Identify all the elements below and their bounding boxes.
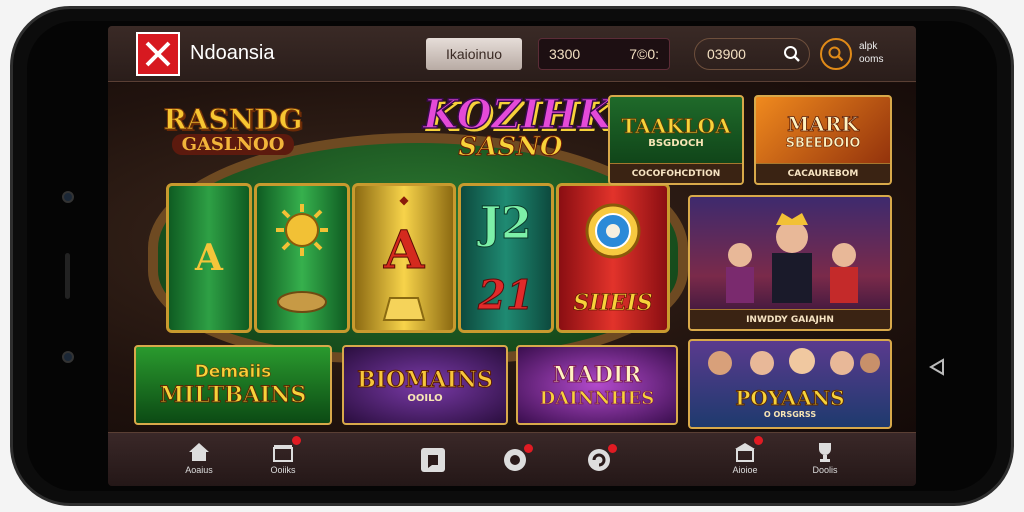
- nav-refresh[interactable]: [574, 439, 624, 483]
- slot-reels[interactable]: A ◆ A J2 21 SIIEIS: [166, 183, 670, 333]
- performers-icon: [726, 213, 858, 303]
- app-screen: Ndoansia Ikaioinuo 3300 7©0: 03900 alpk …: [108, 26, 916, 486]
- reel-4: J2 21: [458, 183, 554, 333]
- sun-icon: [276, 203, 328, 256]
- game-tile-mark[interactable]: MARK SBEEDOIO CACAUREBOM: [754, 95, 892, 185]
- game-tile-live-show[interactable]: INWDDY GAIAJHN: [688, 195, 892, 331]
- store-icon: [735, 443, 755, 462]
- balance-right: 7©0:: [629, 46, 659, 62]
- reel-2: [254, 183, 350, 333]
- reel-3-top-icon: ◆: [399, 192, 409, 207]
- casino-logo-center[interactable]: KOZIHK SASNO: [422, 90, 613, 181]
- tile-title: TAAKLOA: [621, 113, 731, 138]
- game-tile-miltbains[interactable]: Demaiis MILTBAINS: [134, 345, 332, 425]
- game-tile-poyaans[interactable]: POYAANS O ORSGRSS: [688, 339, 892, 429]
- search-icon[interactable]: [783, 45, 801, 63]
- trophy-icon: [819, 443, 831, 462]
- nav-label: Aioioe: [732, 465, 758, 475]
- logo-center-title: KOZIHK: [422, 90, 613, 139]
- notification-badge: [608, 444, 617, 453]
- nav-home[interactable]: Aoaius: [174, 439, 224, 483]
- chat-icon: [421, 448, 445, 472]
- logo-left-subtitle: GASLNOO: [171, 134, 295, 155]
- close-x-icon: [145, 41, 171, 67]
- tile-caption: COCOFOHCDTION: [610, 163, 742, 183]
- search-value: 03900: [707, 46, 746, 62]
- nav-label: Aoaius: [185, 465, 213, 475]
- home-icon: [189, 443, 209, 461]
- tile-title: MADIR: [552, 361, 642, 388]
- brand-logo[interactable]: [136, 32, 180, 76]
- camera-icon: [62, 191, 74, 203]
- tile-title: Demaiis: [194, 362, 272, 383]
- reel-3: ◆ A: [352, 183, 456, 333]
- reel-1: A: [166, 183, 252, 333]
- primary-button[interactable]: Ikaioinuo: [426, 38, 522, 70]
- gift-icon: [273, 445, 293, 462]
- logo-left-title: RASNDG: [163, 103, 303, 137]
- bottom-nav: Aoaius Ooiiks Aioioe Doolis: [108, 432, 916, 486]
- nav-trophy[interactable]: Doolis: [800, 439, 850, 483]
- top-bar: Ndoansia Ikaioinuo 3300 7©0: 03900 alpk …: [108, 26, 916, 82]
- casino-logo-left[interactable]: RASNDG GASLNOO: [158, 103, 308, 161]
- notification-badge: [754, 436, 763, 445]
- tile-caption: CACAUREBOM: [756, 163, 890, 183]
- gold-bar-icon: [382, 296, 426, 321]
- back-triangle-icon[interactable]: [927, 357, 947, 377]
- reel-5-symbol: SIIEIS: [573, 289, 653, 316]
- nav-settings[interactable]: [490, 439, 540, 483]
- nav-gifts[interactable]: Ooiiks: [258, 436, 308, 483]
- tile-title: POYAANS: [735, 386, 845, 411]
- notification-badge: [292, 436, 301, 445]
- tile-title: MARK: [787, 111, 859, 136]
- nav-label: Doolis: [812, 465, 838, 475]
- search-field[interactable]: 03900: [694, 38, 810, 70]
- user-line-1: alpk: [859, 41, 878, 52]
- user-search-button[interactable]: [820, 38, 852, 70]
- game-tile-biomains[interactable]: BIOMAINS OOILO: [342, 345, 508, 425]
- reel-3-symbol: A: [383, 219, 425, 281]
- tile-subtitle: SBEEDOIO: [785, 135, 861, 151]
- balance-display: 3300 7©0:: [538, 38, 670, 70]
- tile-subtitle: O ORSGRSS: [763, 410, 817, 419]
- user-info: alpk ooms: [859, 40, 883, 66]
- nav-chat[interactable]: [408, 439, 458, 483]
- tile-subtitle: BSGDOCH: [648, 137, 704, 149]
- nav-label: Ooiiks: [270, 465, 296, 475]
- nav-store[interactable]: Aioioe: [720, 436, 770, 483]
- magnifier-icon: [828, 46, 844, 62]
- coin-icon: [277, 290, 327, 313]
- speaker-slot: [65, 253, 70, 299]
- tile-title: BIOMAINS: [357, 366, 494, 393]
- tile-subtitle: OOILO: [407, 392, 443, 404]
- tile-subtitle: DAINNHES: [539, 387, 655, 409]
- notification-badge: [524, 444, 533, 453]
- game-lobby: RASNDG GASLNOO KOZIHK SASNO A ◆ A J2 21: [108, 83, 916, 432]
- wheel-icon: [585, 203, 641, 258]
- game-tile-madir[interactable]: MADIR DAINNHES: [516, 345, 678, 425]
- reel-1-symbol: A: [195, 237, 223, 279]
- brand-name: Ndoansia: [190, 42, 275, 64]
- reel-4-symbol: J2: [480, 197, 532, 249]
- user-line-2: ooms: [859, 54, 884, 65]
- reel-5: SIIEIS: [556, 183, 670, 333]
- tile-subtitle: MILTBAINS: [159, 382, 307, 409]
- reel-4-symbol-bottom: 21: [478, 271, 535, 319]
- balance-left: 3300: [549, 46, 581, 62]
- game-tile-taakloa[interactable]: TAAKLOA BSGDOCH COCOFOHCDTION: [608, 95, 744, 185]
- sensor-icon: [62, 351, 74, 363]
- tile-caption: INWDDY GAIAJHN: [690, 309, 890, 329]
